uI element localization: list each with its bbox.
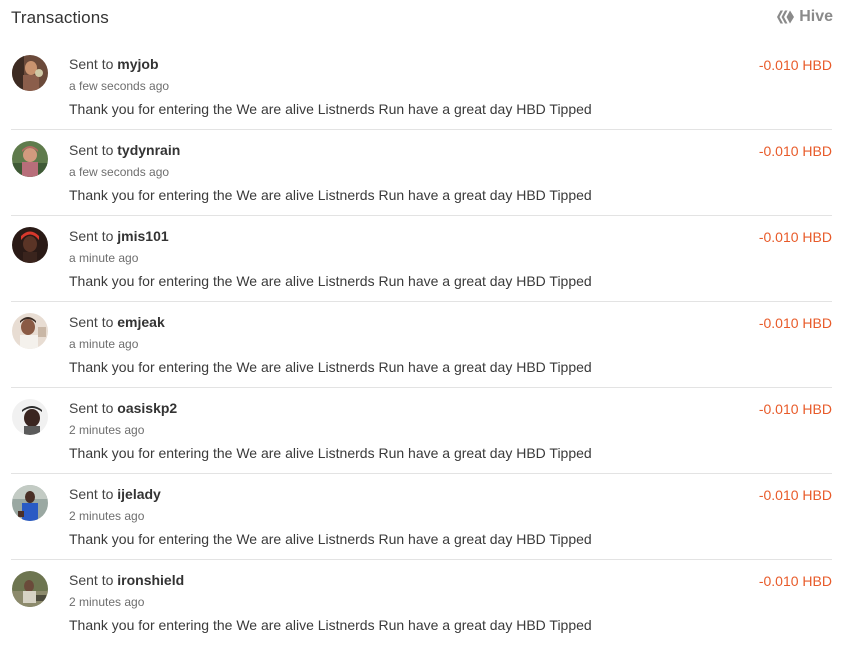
memo-text: Thank you for entering the We are alive … <box>69 273 592 289</box>
avatar[interactable] <box>12 227 48 263</box>
transaction-row: Sent to myjob a few seconds ago Thank yo… <box>11 44 832 130</box>
transaction-summary: Sent to emjeak <box>69 314 165 330</box>
timestamp: a minute ago <box>69 251 139 265</box>
recipient-link[interactable]: jmis101 <box>117 228 168 244</box>
avatar[interactable] <box>12 55 48 91</box>
avatar[interactable] <box>12 399 48 435</box>
sent-to-label: Sent to <box>69 314 118 330</box>
transaction-row: Sent to ironshield 2 minutes ago Thank y… <box>11 560 832 646</box>
memo-text: Thank you for entering the We are alive … <box>69 101 592 117</box>
sent-to-label: Sent to <box>69 228 118 244</box>
page-title: Transactions <box>11 8 109 27</box>
transactions-header: Transactions Hive <box>0 0 845 40</box>
amount: -0.010 HBD <box>758 57 832 73</box>
amount: -0.010 HBD <box>758 315 832 331</box>
amount: -0.010 HBD <box>758 573 832 589</box>
sent-to-label: Sent to <box>69 486 118 502</box>
transaction-summary: Sent to ijelady <box>69 486 161 502</box>
amount: -0.010 HBD <box>758 487 832 503</box>
transaction-row: Sent to oasiskp2 2 minutes ago Thank you… <box>11 388 832 474</box>
recipient-link[interactable]: myjob <box>117 56 158 72</box>
transaction-row: Sent to emjeak a minute ago Thank you fo… <box>11 302 832 388</box>
timestamp: a few seconds ago <box>69 165 170 179</box>
recipient-link[interactable]: tydynrain <box>117 142 180 158</box>
transaction-list: Sent to myjob a few seconds ago Thank yo… <box>11 44 832 646</box>
timestamp: a minute ago <box>69 337 139 351</box>
hive-logo-icon <box>777 10 795 24</box>
memo-text: Thank you for entering the We are alive … <box>69 617 592 633</box>
amount: -0.010 HBD <box>758 229 832 245</box>
recipient-link[interactable]: ironshield <box>117 572 184 588</box>
transaction-summary: Sent to myjob <box>69 56 159 72</box>
timestamp: a few seconds ago <box>69 79 170 93</box>
transaction-summary: Sent to jmis101 <box>69 228 169 244</box>
memo-text: Thank you for entering the We are alive … <box>69 359 592 375</box>
sent-to-label: Sent to <box>69 142 118 158</box>
transaction-summary: Sent to tydynrain <box>69 142 180 158</box>
avatar[interactable] <box>12 571 48 607</box>
avatar[interactable] <box>12 141 48 177</box>
avatar[interactable] <box>12 313 48 349</box>
hive-label: Hive <box>799 8 833 25</box>
timestamp: 2 minutes ago <box>69 423 145 437</box>
recipient-link[interactable]: ijelady <box>117 486 161 502</box>
recipient-link[interactable]: oasiskp2 <box>117 400 177 416</box>
transaction-row: Sent to ijelady 2 minutes ago Thank you … <box>11 474 832 560</box>
timestamp: 2 minutes ago <box>69 509 145 523</box>
amount: -0.010 HBD <box>758 401 832 417</box>
sent-to-label: Sent to <box>69 572 118 588</box>
transaction-row: Sent to tydynrain a few seconds ago Than… <box>11 130 832 216</box>
sent-to-label: Sent to <box>69 400 118 416</box>
transaction-summary: Sent to oasiskp2 <box>69 400 177 416</box>
memo-text: Thank you for entering the We are alive … <box>69 531 592 547</box>
transaction-row: Sent to jmis101 a minute ago Thank you f… <box>11 216 832 302</box>
memo-text: Thank you for entering the We are alive … <box>69 187 592 203</box>
transaction-summary: Sent to ironshield <box>69 572 184 588</box>
memo-text: Thank you for entering the We are alive … <box>69 445 592 461</box>
recipient-link[interactable]: emjeak <box>117 314 164 330</box>
sent-to-label: Sent to <box>69 56 118 72</box>
timestamp: 2 minutes ago <box>69 595 145 609</box>
hive-chain-link[interactable]: Hive <box>777 8 833 26</box>
avatar[interactable] <box>12 485 48 521</box>
amount: -0.010 HBD <box>758 143 832 159</box>
